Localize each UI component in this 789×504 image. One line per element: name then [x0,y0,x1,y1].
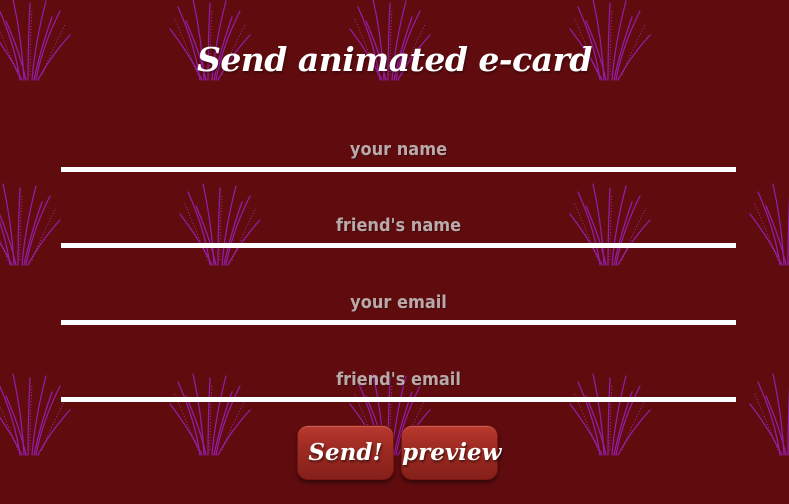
preview-button[interactable]: preview [401,425,501,480]
your-name-input[interactable] [61,136,736,172]
your-name-field [61,136,736,176]
page-title: Send animated e-card [196,40,593,79]
send-button[interactable]: Send! [297,425,394,480]
friends-name-input[interactable] [61,212,736,248]
your-email-input[interactable] [61,289,736,325]
your-email-field [61,289,736,329]
friends-email-field [61,366,736,406]
friends-name-field [61,212,736,252]
ecard-form-page: Send animated e-card Send! preview [0,0,789,504]
friends-email-input[interactable] [61,366,736,402]
